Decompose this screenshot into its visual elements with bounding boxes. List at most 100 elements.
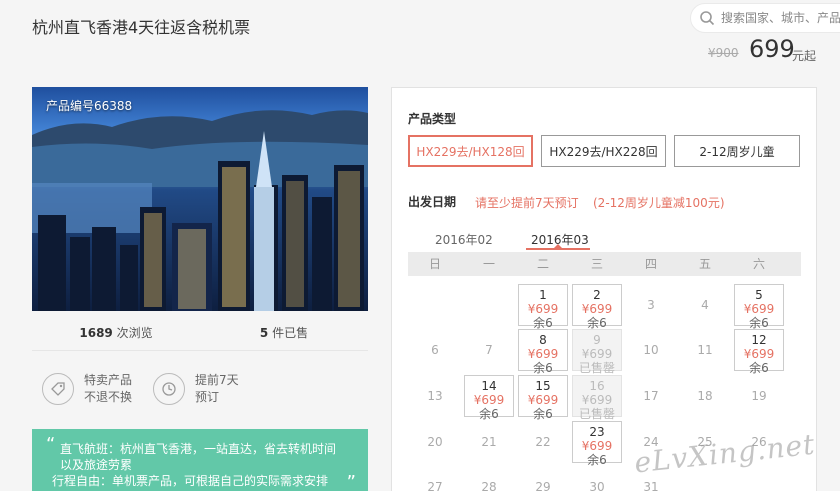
original-price: ¥900: [708, 46, 739, 60]
calendar-day[interactable]: 1 ¥699 余6: [518, 284, 568, 330]
day-number: 21: [481, 435, 497, 449]
calendar-day[interactable]: 5 ¥699 余6: [734, 284, 784, 330]
divider: [32, 350, 368, 351]
calendar-day: 20: [410, 421, 460, 463]
sold-stat: 5 件已售: [200, 324, 368, 341]
day-number: 7: [485, 343, 493, 357]
day-remaining: 余6: [749, 361, 769, 375]
day-remaining: 余6: [587, 453, 607, 467]
day-price: ¥699: [473, 393, 505, 407]
calendar-day[interactable]: 23 ¥699 余6: [572, 421, 622, 467]
calendar-day: 19: [734, 375, 784, 417]
day-remaining: 已售罄: [578, 361, 615, 375]
day-remaining: 余6: [533, 407, 553, 421]
search-input[interactable]: [721, 11, 840, 25]
price-unit: 元起: [792, 49, 817, 63]
day-price: ¥699: [527, 347, 559, 361]
day-number: 28: [481, 480, 497, 491]
day-number: 2: [593, 288, 601, 302]
day-remaining: 余6: [533, 316, 553, 330]
day-number: 30: [589, 480, 605, 491]
open-quote-mark: “: [46, 434, 56, 455]
calendar-day[interactable]: 14 ¥699 余6: [464, 375, 514, 421]
day-number: 3: [647, 298, 655, 312]
highlights-quote: “ 直飞航班：杭州直飞香港，一站直达，省去转机时间 以及旅途劳累 行程自由：单机…: [32, 429, 368, 491]
calendar-day: 9 ¥699 已售罄: [572, 329, 622, 375]
day-number: 6: [431, 343, 439, 357]
sold-count: 5: [259, 326, 269, 340]
calendar-day[interactable]: 2 ¥699 余6: [572, 284, 622, 330]
day-price: ¥699: [581, 302, 613, 316]
calendar-day[interactable]: 8 ¥699 余6: [518, 329, 568, 375]
day-number: 20: [427, 435, 443, 449]
calendar-grid: 1 ¥699 余6 2 ¥699 余6 3 4 5 ¥699 余6 6 7 8 ¥699 余6 9 ¥699 已售罄…: [392, 88, 816, 491]
day-number: 17: [643, 389, 659, 403]
calendar-day: 18: [680, 375, 730, 417]
feature-line: 不退不换: [84, 390, 133, 404]
day-number: 19: [751, 389, 767, 403]
calendar-day: 3: [626, 284, 676, 326]
calendar-day[interactable]: 15 ¥699 余6: [518, 375, 568, 421]
day-number: 1: [539, 288, 547, 302]
calendar-day: 17: [626, 375, 676, 417]
day-remaining: 余6: [587, 316, 607, 330]
feature-line: 预订: [195, 390, 220, 404]
day-number: 23: [589, 425, 605, 439]
quote-line: 以及旅途劳累: [60, 458, 133, 472]
product-code: 产品编号66388: [46, 99, 133, 113]
calendar-day: 10: [626, 329, 676, 371]
views-stat: 1689 次浏览: [32, 324, 200, 341]
day-number: 14: [481, 379, 497, 393]
calendar-day: 6: [410, 329, 460, 371]
calendar-day: 29: [518, 466, 568, 491]
quote-line: 直飞航班：杭州直飞香港，一站直达，省去转机时间: [60, 442, 337, 456]
day-price: ¥699: [743, 302, 775, 316]
day-number: 22: [535, 435, 551, 449]
quote-line: 行程自由：单机票产品，可根据自己的实际需求安排: [52, 474, 329, 488]
day-remaining: 余6: [749, 316, 769, 330]
day-number: 11: [697, 343, 713, 357]
day-number: 12: [751, 333, 767, 347]
calendar-day: 21: [464, 421, 514, 463]
tag-icon: [42, 373, 74, 405]
day-number: 16: [589, 379, 605, 393]
views-count: 1689: [79, 326, 113, 340]
day-number: 9: [593, 333, 601, 347]
day-number: 10: [643, 343, 659, 357]
day-price: ¥699: [527, 302, 559, 316]
current-price: 699: [749, 35, 795, 63]
feature-advance-booking: 提前7天 预订: [153, 372, 239, 406]
day-number: 13: [427, 389, 443, 403]
clock-icon: [153, 373, 185, 405]
day-number: 27: [427, 480, 443, 491]
day-price: ¥699: [743, 347, 775, 361]
feature-special-offer: 特卖产品 不退不换: [42, 372, 132, 406]
calendar-day: 30: [572, 466, 622, 491]
day-price: ¥699: [581, 347, 613, 361]
search-box[interactable]: [690, 3, 840, 33]
feature-line: 提前7天: [195, 373, 239, 387]
day-price: ¥699: [581, 393, 613, 407]
views-label: 次浏览: [112, 326, 153, 340]
calendar-day: 7: [464, 329, 514, 371]
day-number: 15: [535, 379, 551, 393]
sold-label: 件已售: [272, 326, 309, 340]
city-skyline-image: [32, 110, 368, 311]
calendar-day: 27: [410, 466, 460, 491]
day-price: ¥699: [581, 439, 613, 453]
day-number: 8: [539, 333, 547, 347]
day-number: 5: [755, 288, 763, 302]
booking-panel: 产品类型 HX229去/HX128回 HX229去/HX228回 2-12周岁儿…: [391, 87, 817, 491]
hero-image: 产品编号66388: [32, 87, 368, 311]
day-number: 18: [697, 389, 713, 403]
close-quote-mark: ”: [346, 472, 356, 491]
search-icon: [700, 11, 715, 26]
feature-line: 特卖产品: [84, 373, 133, 387]
calendar-day: 22: [518, 421, 568, 463]
day-price: ¥699: [527, 393, 559, 407]
day-number: 4: [701, 298, 709, 312]
day-remaining: 已售罄: [578, 407, 615, 421]
day-remaining: 余6: [533, 361, 553, 375]
calendar-day[interactable]: 12 ¥699 余6: [734, 329, 784, 375]
calendar-day: 11: [680, 329, 730, 371]
